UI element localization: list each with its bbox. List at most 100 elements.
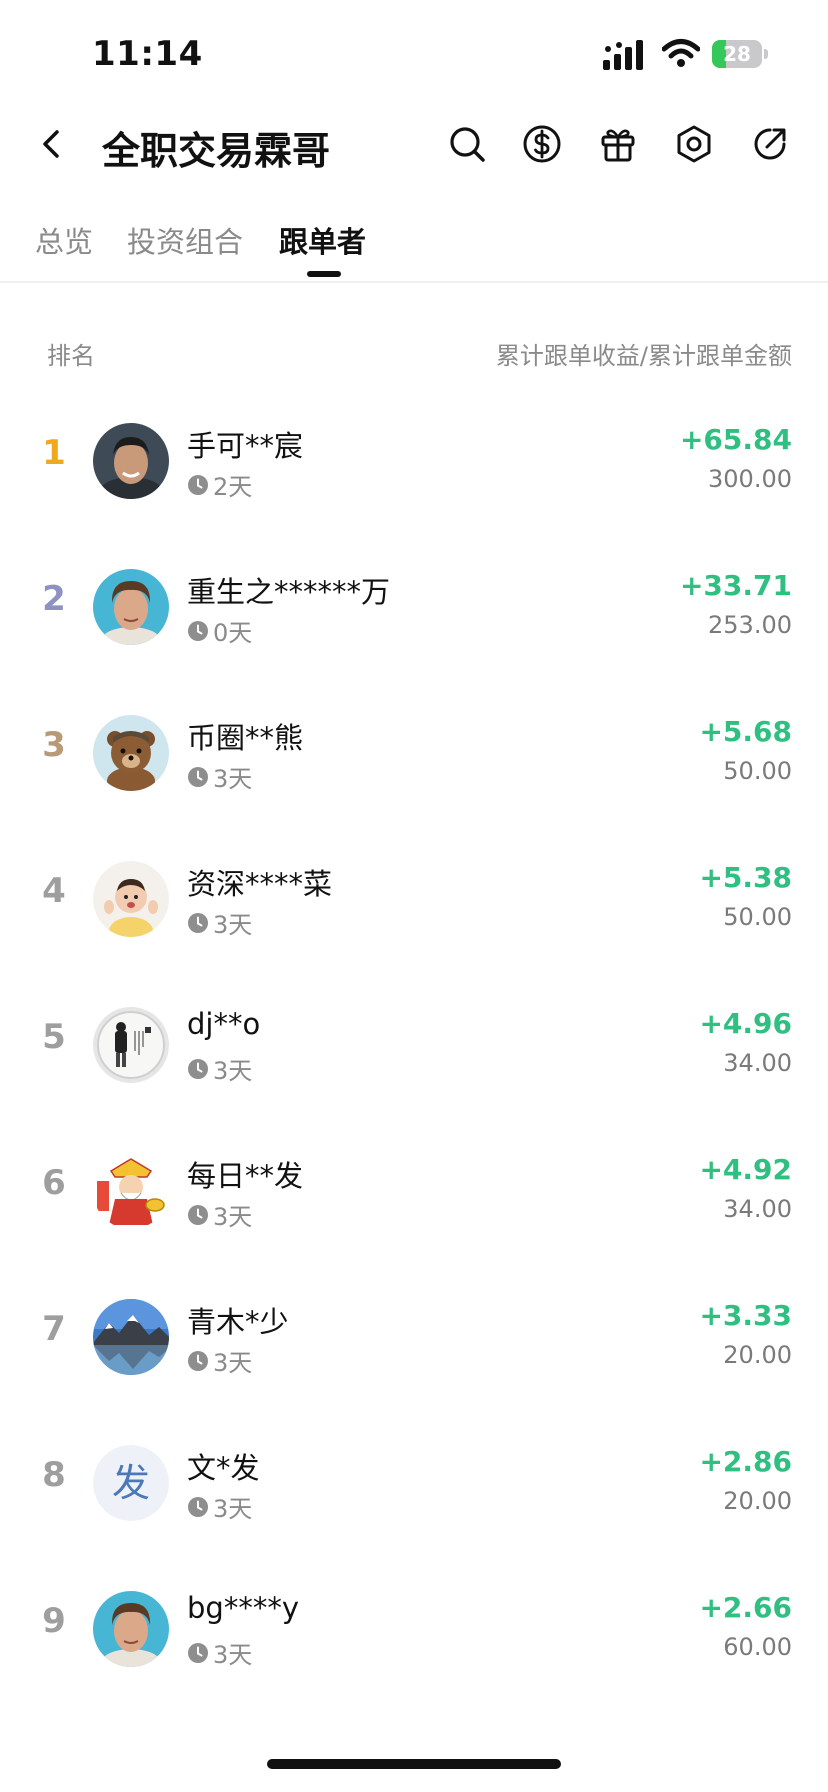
follower-name: bg****y — [187, 1591, 299, 1625]
cumulative-amount: 300.00 — [708, 465, 792, 493]
follower-row[interactable]: 6 每日**发 3天 +4.92 34.00 — [0, 1115, 828, 1261]
earnings-column-header: 累计跟单收益/累计跟单金额 — [495, 342, 792, 370]
rank-number: 2 — [42, 579, 66, 619]
battery-level: 28 — [723, 42, 751, 66]
follow-duration: 3天 — [187, 1343, 252, 1377]
cumulative-profit: +2.66 — [699, 1591, 792, 1624]
clock-icon — [188, 912, 208, 933]
clock-icon — [188, 1058, 208, 1079]
follower-name: dj**o — [187, 1007, 261, 1041]
rank-number: 8 — [42, 1455, 66, 1495]
follow-days: 3天 — [213, 911, 253, 939]
follow-days: 3天 — [213, 1495, 253, 1523]
follow-days: 3天 — [213, 765, 253, 793]
follower-name: 重生之******万 — [187, 575, 391, 609]
status-time: 11:14 — [92, 34, 203, 74]
clock-icon — [188, 1350, 208, 1371]
avatar-initial: 发 — [111, 1461, 150, 1505]
follower-name: 资深****菜 — [187, 867, 333, 901]
tab-followers[interactable]: 跟单者 — [279, 219, 366, 261]
follow-duration: 0天 — [187, 613, 252, 647]
follow-duration: 3天 — [187, 1051, 252, 1085]
follower-name: 币圈**熊 — [187, 721, 304, 755]
signal-icon — [603, 40, 643, 70]
cumulative-profit: +33.71 — [679, 569, 792, 602]
status-bar: 11:14 28 — [0, 0, 828, 100]
follow-days: 3天 — [213, 1057, 253, 1085]
clock-icon — [188, 620, 208, 641]
follower-name: 青木*少 — [187, 1305, 289, 1339]
home-indicator — [267, 1759, 561, 1769]
follower-row[interactable]: 1 手可**宸 2天 +65.84 300.00 — [0, 385, 828, 531]
cumulative-profit: +3.33 — [699, 1299, 792, 1332]
follow-duration: 3天 — [187, 759, 252, 793]
follow-duration: 3天 — [187, 1489, 252, 1523]
follow-days: 3天 — [213, 1349, 253, 1377]
cumulative-profit: +4.92 — [699, 1153, 792, 1186]
follow-duration: 3天 — [187, 1635, 252, 1669]
follow-duration: 2天 — [187, 467, 252, 501]
follower-row[interactable]: 4 资深****菜 3天 +5.38 50.00 — [0, 823, 828, 969]
rank-number: 5 — [42, 1017, 66, 1057]
avatar[interactable] — [93, 861, 169, 937]
rank-number: 7 — [42, 1309, 66, 1349]
tab-bar: 总览 投资组合 跟单者 — [0, 205, 828, 283]
rank-number: 6 — [42, 1163, 66, 1203]
cumulative-amount: 60.00 — [723, 1633, 792, 1661]
follower-name: 每日**发 — [187, 1159, 304, 1193]
follower-ranking-page: 11:14 28 全职交易霖哥 总览 投资组合 跟单者 排名 累计跟单收益/累计… — [0, 0, 828, 1792]
follow-duration: 3天 — [187, 1197, 252, 1231]
cumulative-amount: 34.00 — [723, 1195, 792, 1223]
cumulative-profit: +2.86 — [699, 1445, 792, 1478]
follower-name: 文*发 — [187, 1451, 260, 1485]
cumulative-amount: 20.00 — [723, 1341, 792, 1369]
avatar[interactable] — [93, 1591, 169, 1667]
avatar[interactable] — [93, 1007, 169, 1083]
back-icon[interactable] — [30, 122, 74, 166]
cumulative-amount: 50.00 — [723, 903, 792, 931]
active-tab-indicator — [307, 271, 341, 277]
follow-duration: 3天 — [187, 905, 252, 939]
cumulative-profit: +4.96 — [699, 1007, 792, 1040]
cumulative-amount: 253.00 — [708, 611, 792, 639]
cumulative-profit: +5.38 — [699, 861, 792, 894]
avatar[interactable] — [93, 1153, 169, 1229]
follower-row[interactable]: 3 币圈**熊 3天 +5.68 50.00 — [0, 677, 828, 823]
avatar[interactable] — [93, 715, 169, 791]
avatar[interactable]: 发 — [93, 1445, 169, 1521]
follow-days: 3天 — [213, 1641, 253, 1669]
top-nav: 全职交易霖哥 — [0, 100, 828, 196]
follower-row[interactable]: 2 重生之******万 0天 +33.71 253.00 — [0, 531, 828, 677]
wifi-icon — [662, 39, 700, 67]
follow-days: 2天 — [213, 473, 253, 501]
avatar[interactable] — [93, 423, 169, 499]
tab-portfolio[interactable]: 投资组合 — [127, 219, 243, 261]
search-icon[interactable] — [447, 124, 487, 164]
cumulative-profit: +5.68 — [699, 715, 792, 748]
rank-number: 4 — [42, 871, 66, 911]
clock-icon — [188, 1642, 208, 1663]
follower-row[interactable]: 5 dj**o 3天 +4.96 34.00 — [0, 969, 828, 1115]
avatar[interactable] — [93, 1299, 169, 1375]
cumulative-amount: 34.00 — [723, 1049, 792, 1077]
tab-overview[interactable]: 总览 — [35, 219, 93, 261]
avatar[interactable] — [93, 569, 169, 645]
rank-number: 9 — [42, 1601, 66, 1641]
cumulative-profit: +65.84 — [679, 423, 792, 456]
clock-icon — [188, 1204, 208, 1225]
follower-name: 手可**宸 — [187, 429, 304, 463]
battery-icon: 28 — [712, 40, 768, 68]
share-icon[interactable] — [750, 124, 790, 164]
clock-icon — [188, 1496, 208, 1517]
follow-days: 3天 — [213, 1203, 253, 1231]
page-title: 全职交易霖哥 — [102, 129, 331, 173]
cumulative-amount: 50.00 — [723, 757, 792, 785]
clock-icon — [188, 766, 208, 787]
settings-icon[interactable] — [674, 124, 714, 164]
follow-days: 0天 — [213, 619, 253, 647]
follower-row[interactable]: 9 bg****y 3天 +2.66 60.00 — [0, 1553, 828, 1699]
dollar-icon[interactable] — [522, 124, 562, 164]
gift-icon[interactable] — [598, 124, 638, 164]
follower-row[interactable]: 8 发 文*发 3天 +2.86 20.00 — [0, 1407, 828, 1553]
follower-row[interactable]: 7 青木*少 3天 +3.33 20.00 — [0, 1261, 828, 1407]
